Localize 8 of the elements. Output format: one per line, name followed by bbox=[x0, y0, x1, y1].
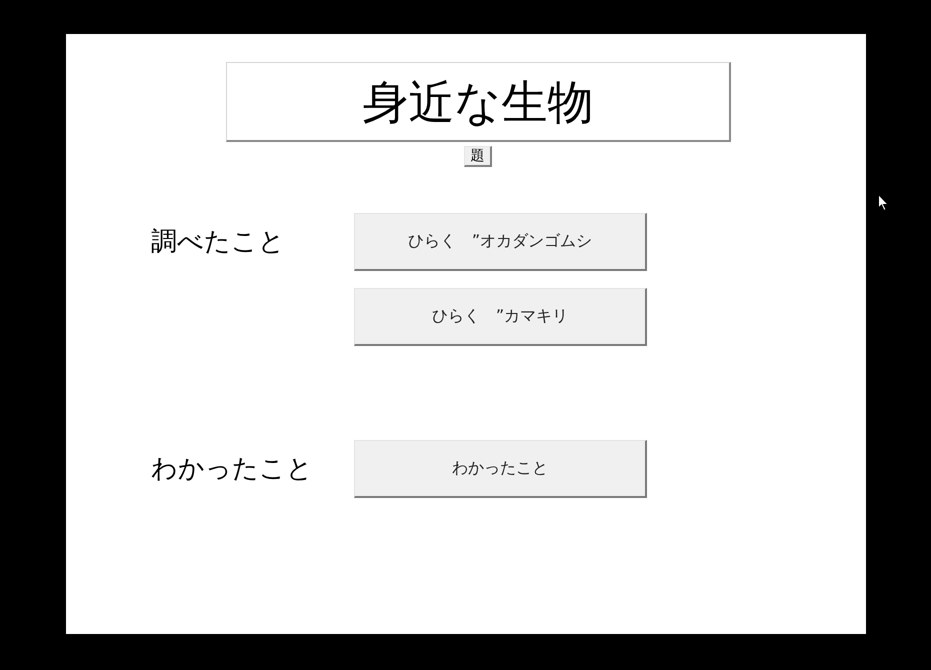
title-display: 身近な生物 bbox=[226, 62, 731, 142]
title-button[interactable]: 題 bbox=[464, 146, 492, 167]
nav-button[interactable]: ひらく ”カマキリ bbox=[354, 288, 647, 346]
mouse-pointer-icon bbox=[878, 194, 889, 211]
section-heading: 調べたこと bbox=[151, 226, 286, 258]
nav-button[interactable]: ひらく ”オカダンゴムシ bbox=[354, 213, 647, 271]
nav-button[interactable]: わかったこと bbox=[354, 440, 647, 498]
section-heading: わかったこと bbox=[151, 452, 314, 486]
